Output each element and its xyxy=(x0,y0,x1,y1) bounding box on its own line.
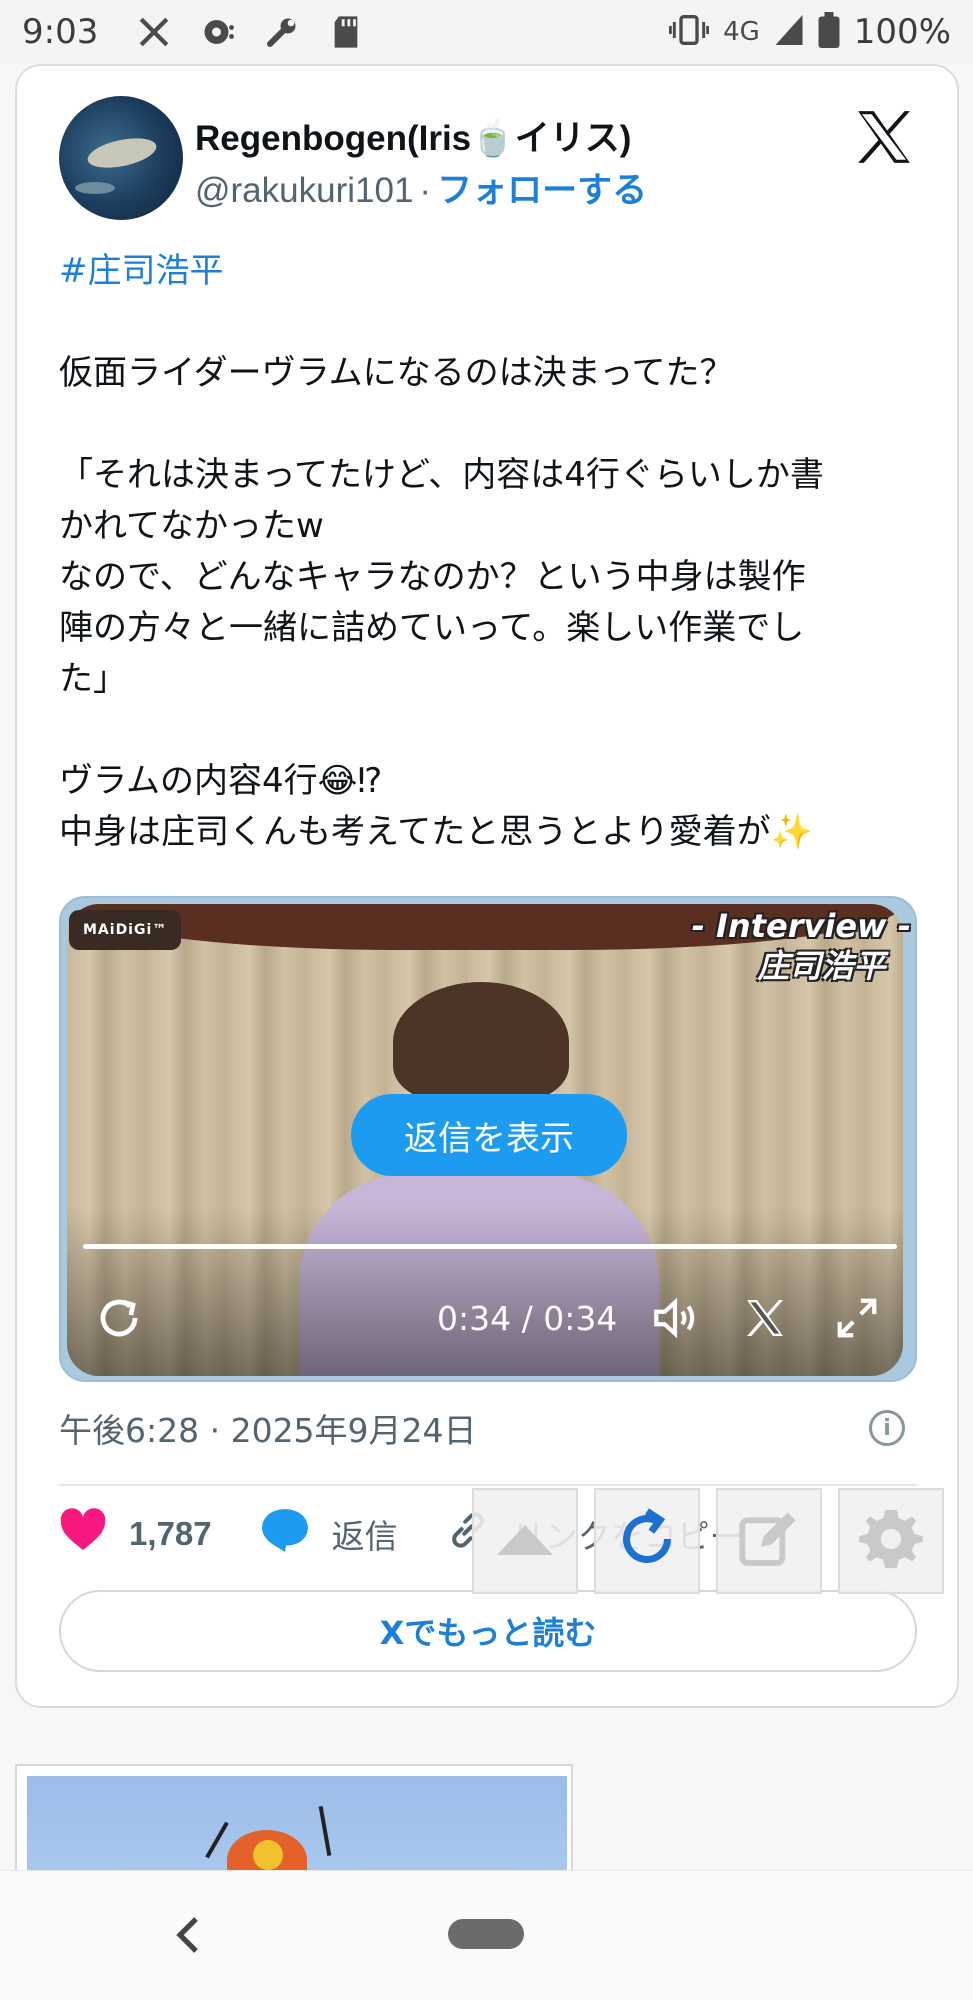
tweet-line: ヴラムの内容4行😂⁉ xyxy=(59,761,383,801)
scroll-top-button[interactable] xyxy=(472,1488,578,1594)
video-caption: - Interview - 庄司浩平 xyxy=(692,906,911,986)
reload-button[interactable] xyxy=(594,1488,700,1594)
system-nav-bar xyxy=(0,1870,973,2000)
tweet-timestamp[interactable]: 午後6:28 · 2025年9月24日 xyxy=(59,1404,477,1452)
hashtag-link[interactable]: #庄司浩平 xyxy=(59,251,224,291)
show-replies-button[interactable]: 返信を表示 xyxy=(351,1094,627,1176)
status-bar: 9:03 4G 100% xyxy=(0,0,973,64)
fullscreen-icon[interactable] xyxy=(829,1290,885,1346)
settings-button[interactable] xyxy=(838,1488,944,1594)
network-type: 4G xyxy=(723,17,760,47)
edit-icon xyxy=(737,1507,801,1575)
handle-separator: · xyxy=(419,171,432,210)
chat-notification-icon xyxy=(196,10,240,54)
battery-percent: 100% xyxy=(853,12,951,52)
volume-icon[interactable] xyxy=(647,1290,703,1346)
video-progress-bar[interactable] xyxy=(83,1244,897,1249)
read-more-on-x-button[interactable]: Xでもっと読む xyxy=(59,1590,917,1672)
tweet-line xyxy=(59,297,919,348)
reload-icon xyxy=(612,1504,682,1578)
like-count: 1,787 xyxy=(129,1515,212,1552)
reply-label: 返信 xyxy=(331,1518,398,1555)
caption-line-2: 庄司浩平 xyxy=(757,947,886,985)
video-time: 0:34 / 0:34 xyxy=(437,1298,618,1338)
like-button[interactable]: 1,787 xyxy=(59,1508,212,1560)
x-logo-icon[interactable] xyxy=(853,106,915,168)
signal-icon xyxy=(774,13,804,51)
caption-line-1: - Interview - xyxy=(691,907,911,945)
heart-icon xyxy=(59,1508,107,1560)
page-content: Regenbogen(Iris🍵イリス) @rakukuri101 · フォローする… xyxy=(0,64,973,1872)
author-handle[interactable]: @rakukuri101 xyxy=(195,171,413,210)
sd-card-icon xyxy=(324,10,368,54)
vibrate-icon xyxy=(668,13,710,51)
tweet-line: 陣の方々と一緒に詰めていって。楽しい作業でし xyxy=(59,608,805,648)
edit-button[interactable] xyxy=(716,1488,822,1594)
tweet-line: なので、どんなキャラなのか？という中身は製作 xyxy=(59,557,806,597)
tweet-text: #庄司浩平 仮面ライダーヴラムになるのは決まってた？ 「それは決まってたけど、内… xyxy=(59,246,919,858)
back-icon[interactable] xyxy=(170,1915,206,1955)
tweet-line xyxy=(59,705,919,756)
reply-bubble-icon xyxy=(260,1507,310,1561)
gear-icon xyxy=(856,1504,926,1578)
video-player[interactable]: MAiDiGi™ - Interview - 庄司浩平 返信を表示 0:34 /… xyxy=(59,896,917,1382)
tweet-line: かれてなかったw xyxy=(59,506,324,546)
tweet-line: 仮面ライダーヴラムになるのは決まってた？ xyxy=(59,353,734,393)
tweet-line: 中身は庄司くんも考えてたと思うとより愛着が✨ xyxy=(59,812,813,852)
home-pill-button[interactable] xyxy=(448,1919,524,1949)
battery-icon xyxy=(818,12,840,52)
tweet-line xyxy=(59,399,919,450)
tweet-card: Regenbogen(Iris🍵イリス) @rakukuri101 · フォローする… xyxy=(15,64,959,1708)
author-avatar[interactable] xyxy=(59,96,183,220)
divider xyxy=(59,1484,917,1486)
reply-button[interactable]: 返信 xyxy=(260,1507,398,1561)
status-time: 9:03 xyxy=(22,12,99,52)
info-icon[interactable]: i xyxy=(869,1410,905,1446)
follow-link[interactable]: フォローする xyxy=(437,171,647,210)
arrow-up-icon xyxy=(493,1519,557,1563)
author-name[interactable]: Regenbogen(Iris🍵イリス) xyxy=(195,110,631,161)
handle-row: @rakukuri101 · フォローする xyxy=(195,162,647,213)
tweet-line: 「それは決まってたけど、内容は4行ぐらいしか書 xyxy=(59,455,824,495)
x-notification-icon xyxy=(132,10,176,54)
channel-logo: MAiDiGi™ xyxy=(69,910,182,950)
tweet-line: た」 xyxy=(59,659,127,699)
next-tweet-card[interactable] xyxy=(15,1764,573,1872)
next-tweet-image[interactable] xyxy=(27,1776,567,1872)
wrench-icon xyxy=(260,10,304,54)
x-brand-icon[interactable] xyxy=(737,1290,793,1346)
replay-icon[interactable] xyxy=(91,1290,147,1346)
